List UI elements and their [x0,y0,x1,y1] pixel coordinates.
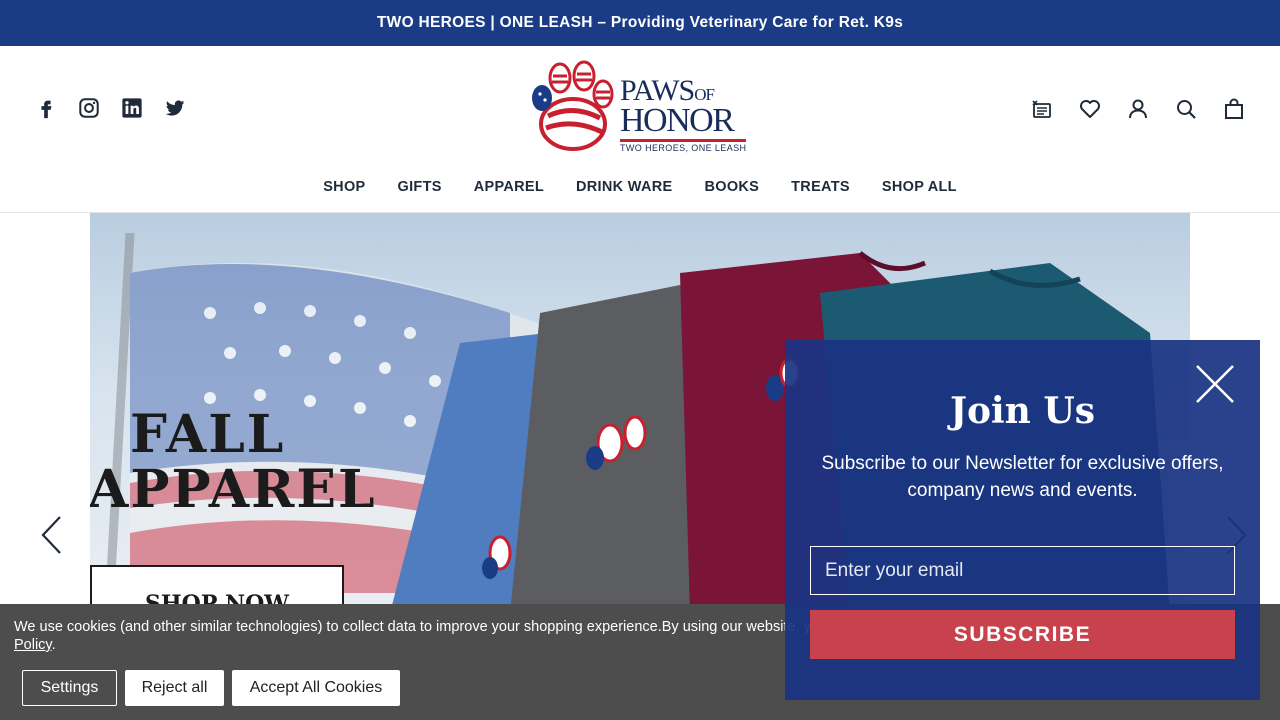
wishlist-icon[interactable] [1078,97,1102,121]
announcement-text: TWO HEROES | ONE LEASH – Providing Veter… [376,14,904,31]
search-icon[interactable] [1174,97,1198,121]
header-utilities [1030,97,1246,121]
site-header: PAWSOF HONOR TWO HEROES, ONE LEASH SHOP … [0,46,1280,213]
registry-icon[interactable] [1030,97,1054,121]
nav-item-shop[interactable]: SHOP [323,179,365,195]
reject-all-button[interactable]: Reject all [125,670,224,706]
hero-line1: FALL [130,404,286,465]
nav-item-drink-ware[interactable]: DRINK WARE [576,179,672,195]
logo-tagline: TWO HEROES, ONE LEASH [620,143,747,153]
hero-headline: FALL APPAREL [90,404,377,517]
cookie-period: . [51,637,56,653]
main-nav: SHOP GIFTS APPAREL DRINK WARE BOOKS TREA… [0,179,1280,195]
nav-item-shop-all[interactable]: SHOP ALL [882,179,957,195]
modal-title: Join Us [949,390,1096,432]
linkedin-icon[interactable] [120,96,144,120]
carousel-prev-arrow-icon[interactable] [38,514,64,556]
logo-rule [620,139,746,142]
subscribe-button[interactable]: SUBSCRIBE [810,610,1235,659]
nav-item-gifts[interactable]: GIFTS [398,179,442,195]
account-icon[interactable] [1126,97,1150,121]
nav-item-books[interactable]: BOOKS [704,179,759,195]
social-links [34,96,187,120]
paw-logo-icon [532,60,614,151]
logo-wordmark: PAWSOF HONOR TWO HEROES, ONE LEASH [620,76,746,153]
newsletter-modal: Join Us Subscribe to our Newsletter for … [785,340,1260,700]
cart-icon[interactable] [1222,97,1246,121]
announcement-bar: TWO HEROES | ONE LEASH – Providing Veter… [0,0,1280,46]
cookie-settings-button[interactable]: Settings [22,670,117,706]
site-logo[interactable]: PAWSOF HONOR TWO HEROES, ONE LEASH [528,56,753,156]
twitter-icon[interactable] [163,96,187,120]
logo-line2: HONOR [620,102,735,139]
email-input[interactable] [810,546,1235,595]
instagram-icon[interactable] [77,96,101,120]
modal-subtitle: Subscribe to our Newsletter for exclusiv… [821,453,1224,501]
nav-item-apparel[interactable]: APPAREL [474,179,544,195]
hero-line2: APPAREL [90,458,377,520]
nav-item-treats[interactable]: TREATS [791,179,850,195]
shop-now-button[interactable]: SHOP NOW [90,565,344,604]
accept-all-cookies-button[interactable]: Accept All Cookies [232,670,400,706]
facebook-icon[interactable] [34,96,58,120]
